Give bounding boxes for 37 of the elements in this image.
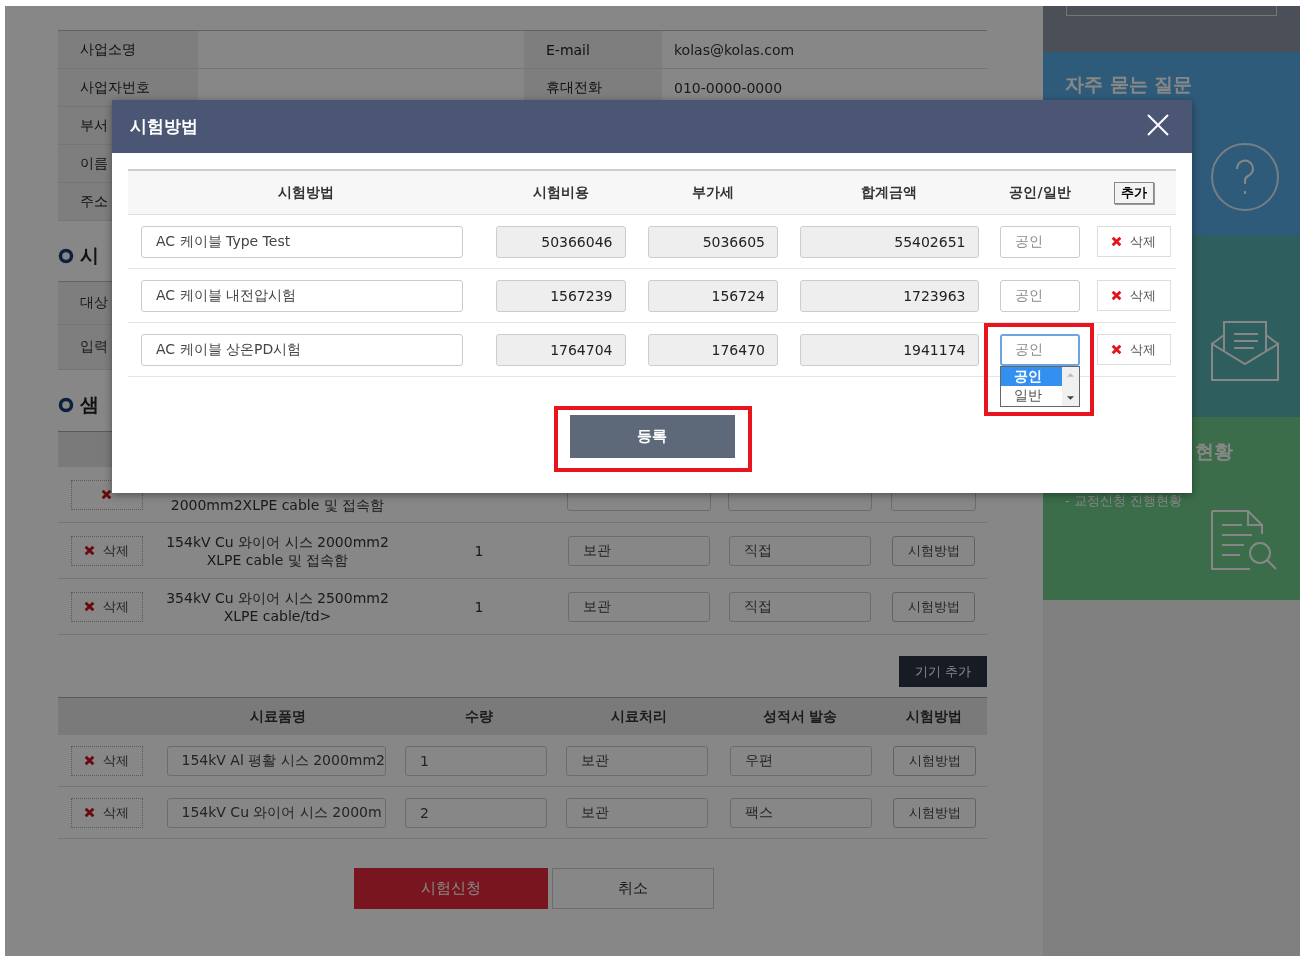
label-cell: E-mail [524,31,662,68]
label-cell-text: 입력 [79,338,108,356]
quantity: 1 [474,598,484,615]
cost-field: 1567239 [495,279,626,312]
column-header: 시험방법 [904,706,963,726]
vat-field: 5036605 [648,225,778,258]
section-heading: 시 [80,243,99,268]
label-cell-text: 대상 [79,294,108,312]
vat-field: 176470 [648,333,778,366]
panel-subtitle: - 교정신청 진행현황 [1065,492,1182,510]
vat-field: 156724 [648,279,778,312]
label-cell: 사업소명 [58,31,198,68]
sample-name: 354kV Cu 와이어 시스 2500mm2 XLPE cable/td> [166,588,389,625]
total-field: 1723963 [799,279,979,312]
cost-field: 50366046 [495,225,626,258]
column-header: 시험방법 [277,182,335,202]
column-header: 부가세 [691,182,735,202]
cost-field: 1764704 [495,333,626,366]
column-header: 시험비용 [531,182,590,202]
section-heading: 샘 [80,392,99,417]
column-header: 성적서 발송 [761,706,839,726]
total-field: 55402651 [799,225,979,258]
value-cell-text: kolas@kolas.com [673,40,796,60]
sample-name: 154kV Cu 와이어 시스 2000mm2 XLPE cable 및 접속함 [166,532,389,569]
column-header: 공인/일반 [1008,182,1072,202]
column-header: 시료처리 [610,706,668,726]
sample-name: 2000mm2XLPE cable 및 접속함 [170,496,385,514]
panel-title: 현황 [1195,439,1233,464]
label-cell: 사업자번호 [58,69,198,106]
column-header: 시료품명 [248,706,307,726]
total-field: 1941174 [799,333,979,366]
value-cell-text: 010-0000-0000 [673,78,784,98]
column-header: 합계금액 [860,182,918,202]
panel-title: 자주 묻는 질문 [1065,72,1193,97]
modal-title: 시험방법 [130,115,198,138]
column-header: 수량 [464,706,494,726]
quantity: 1 [474,542,484,559]
